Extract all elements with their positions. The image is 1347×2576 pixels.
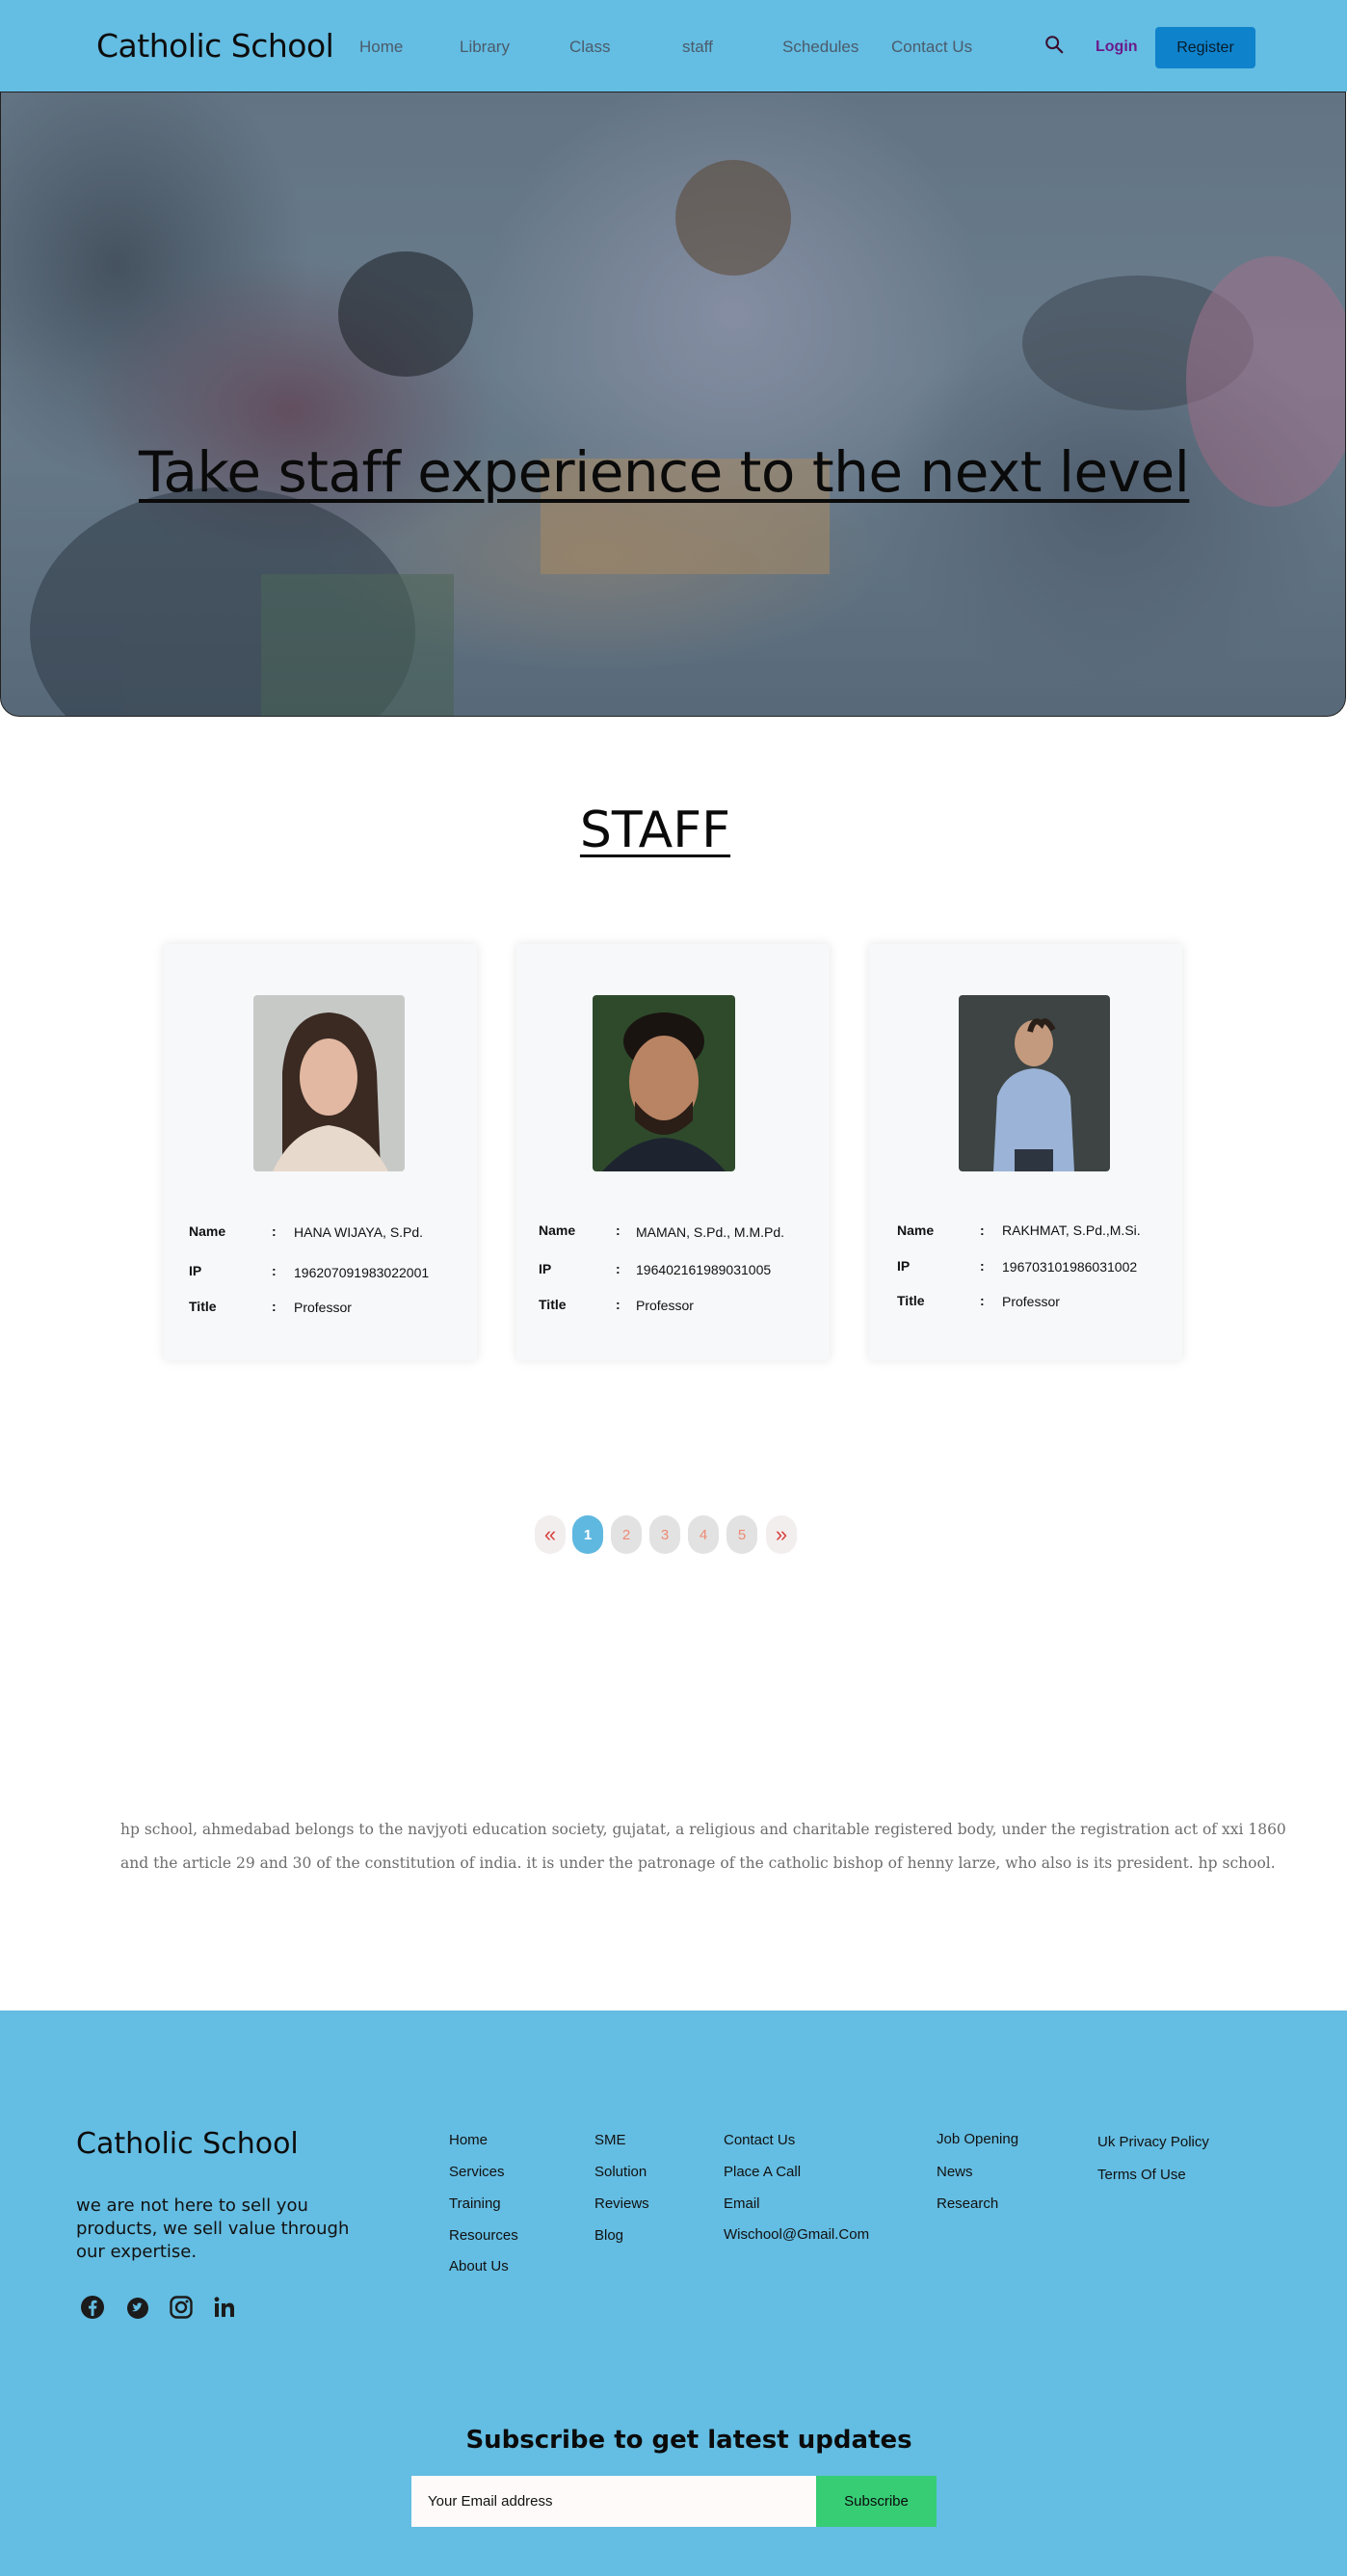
register-button[interactable]: Register	[1155, 27, 1255, 68]
footer-link-job-opening[interactable]: Job Opening	[937, 2131, 1018, 2147]
pagination-page-1[interactable]: 1	[572, 1515, 603, 1554]
footer-tagline: we are not here to sell you products, we…	[76, 2195, 350, 2262]
staff-ip: 196402161989031005	[636, 1262, 772, 1277]
nav-staff[interactable]: staff	[682, 38, 713, 57]
facebook-icon[interactable]	[80, 2295, 105, 2320]
pagination-page-2[interactable]: 2	[611, 1515, 642, 1554]
title-label: Title	[897, 1293, 925, 1308]
hero-title: Take staff experience to the next level	[139, 439, 1190, 505]
linkedin-icon[interactable]	[212, 2295, 237, 2320]
staff-title: Professor	[636, 1298, 694, 1313]
title-label: Title	[189, 1299, 217, 1314]
colon: :	[980, 1258, 985, 1274]
nav-schedules[interactable]: Schedules	[782, 38, 858, 57]
staff-name: HANA WIJAYA, S.Pd.	[294, 1224, 424, 1240]
name-label: Name	[539, 1222, 576, 1238]
staff-card: Name : RAKHMAT, S.Pd.,M.Si. IP : 1967031…	[869, 944, 1182, 1360]
footer-link-resources[interactable]: Resources	[449, 2227, 518, 2244]
colon: :	[616, 1261, 621, 1276]
pagination-next-button[interactable]: »	[766, 1515, 797, 1554]
staff-card: Name : MAMAN, S.Pd., M.M.Pd. IP : 196402…	[516, 944, 830, 1360]
staff-title: Professor	[1002, 1294, 1060, 1309]
footer-email-label: Email	[724, 2195, 760, 2212]
footer-link-terms-of-use[interactable]: Terms Of Use	[1097, 2167, 1186, 2183]
staff-name: MAMAN, S.Pd., M.M.Pd.	[636, 1224, 785, 1240]
ip-label: IP	[539, 1261, 552, 1276]
footer-link-sme[interactable]: SME	[594, 2132, 626, 2148]
colon: :	[980, 1222, 985, 1238]
footer-link-solution[interactable]: Solution	[594, 2164, 647, 2180]
staff-ip: 196703101986031002	[1002, 1259, 1138, 1275]
site-header: Catholic School Home Library Class staff…	[0, 0, 1347, 92]
staff-ip: 196207091983022001	[294, 1265, 430, 1280]
staff-photo	[253, 995, 405, 1171]
nav-home[interactable]: Home	[359, 38, 403, 57]
pagination-page-5[interactable]: 5	[726, 1515, 757, 1554]
footer-link-news[interactable]: News	[937, 2164, 973, 2180]
search-icon[interactable]	[1043, 34, 1065, 55]
staff-photo	[593, 995, 735, 1171]
footer-link-blog[interactable]: Blog	[594, 2227, 623, 2244]
subscribe-title: Subscribe to get latest updates	[465, 2426, 912, 2455]
colon: :	[272, 1299, 277, 1314]
title-label: Title	[539, 1297, 567, 1312]
subscribe-email-input[interactable]	[411, 2476, 816, 2527]
colon: :	[980, 1293, 985, 1308]
footer-link-about-us[interactable]: About Us	[449, 2258, 509, 2274]
subscribe-button[interactable]: Subscribe	[816, 2476, 937, 2527]
footer-link-services[interactable]: Services	[449, 2164, 505, 2180]
staff-title: Professor	[294, 1300, 352, 1315]
footer-link-reviews[interactable]: Reviews	[594, 2195, 649, 2212]
staff-card: Name : HANA WIJAYA, S.Pd. IP : 196207091…	[164, 944, 477, 1360]
nav-library[interactable]: Library	[460, 38, 510, 57]
colon: :	[272, 1263, 277, 1278]
pagination-page-4[interactable]: 4	[688, 1515, 719, 1554]
footer-link-home[interactable]: Home	[449, 2132, 488, 2148]
brand-logo[interactable]: Catholic School	[96, 27, 334, 65]
name-label: Name	[189, 1223, 226, 1239]
staff-name: RAKHMAT, S.Pd.,M.Si.	[1002, 1222, 1141, 1238]
login-link[interactable]: Login	[1096, 39, 1138, 56]
footer-link-contact-us[interactable]: Contact Us	[724, 2132, 795, 2148]
colon: :	[616, 1222, 621, 1238]
footer-link-training[interactable]: Training	[449, 2195, 501, 2212]
pagination-page-3[interactable]: 3	[649, 1515, 680, 1554]
footer-link-research[interactable]: Research	[937, 2195, 998, 2212]
nav-contact-us[interactable]: Contact Us	[891, 38, 972, 57]
footer-brand: Catholic School	[76, 2127, 299, 2161]
hero-banner: Take staff experience to the next level	[0, 92, 1346, 717]
colon: :	[616, 1297, 621, 1312]
about-paragraph: hp school, ahmedabad belongs to the navj…	[120, 1821, 1286, 1872]
twitter-icon[interactable]	[125, 2295, 150, 2320]
staff-section-title: STAFF	[579, 802, 731, 859]
colon: :	[272, 1223, 277, 1239]
staff-photo	[959, 995, 1110, 1171]
footer-email-link[interactable]: Wischool@Gmail.Com	[724, 2226, 869, 2243]
hero-classroom-image	[30, 160, 1345, 716]
instagram-icon[interactable]	[169, 2295, 194, 2320]
name-label: Name	[897, 1222, 935, 1238]
footer-link-place-a-call[interactable]: Place A Call	[724, 2164, 801, 2180]
pagination-prev-button[interactable]: «	[535, 1515, 566, 1554]
ip-label: IP	[189, 1263, 202, 1278]
footer-link-privacy-policy[interactable]: Uk Privacy Policy	[1097, 2134, 1209, 2150]
ip-label: IP	[897, 1258, 911, 1274]
nav-class[interactable]: Class	[569, 38, 611, 57]
